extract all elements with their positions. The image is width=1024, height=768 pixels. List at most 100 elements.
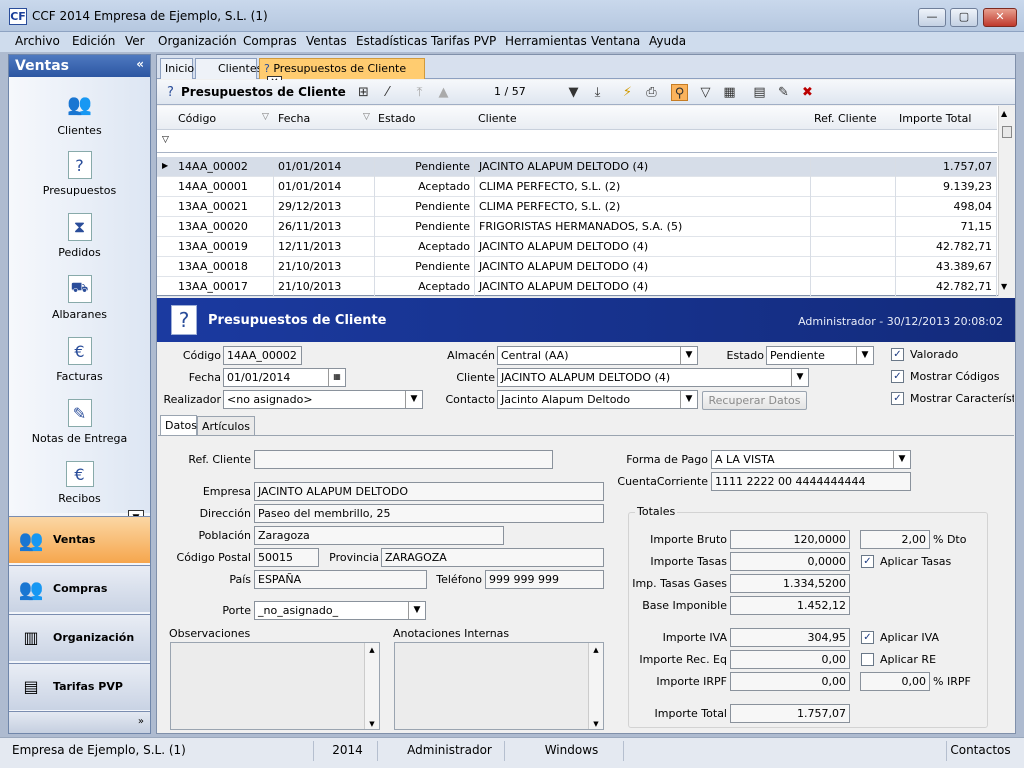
codigo-field[interactable]: 14AA_00002 [223, 346, 302, 365]
table-row[interactable]: 13AA_00021 29/12/2013 Pendiente CLIMA PERFE… [157, 197, 997, 217]
chevron-down-icon[interactable]: ▼ [405, 391, 422, 408]
tasas-field[interactable]: 0,0000 [730, 552, 850, 571]
module-ventas-button[interactable]: 👥 Ventas [9, 516, 150, 563]
dto-field[interactable]: 2,00 [860, 530, 930, 549]
status-contactos[interactable]: Contactos [946, 741, 1014, 761]
fecha-field[interactable]: 01/01/2014 ▦ [223, 368, 346, 387]
col-estado[interactable]: Estado [378, 112, 415, 125]
tab-datos[interactable]: Datos [160, 415, 197, 436]
menu-ver[interactable]: Ver [125, 34, 145, 48]
chevron-down-icon[interactable]: ▼ [856, 347, 873, 364]
col-codigo[interactable]: Código [178, 112, 216, 125]
calendar-icon[interactable]: ▦ [328, 369, 345, 386]
module-tarifas-button[interactable]: ▤ Tarifas PVP [9, 663, 150, 710]
cp-field[interactable]: 50015 [254, 548, 319, 567]
tab-clientes[interactable]: Clientes [195, 58, 262, 79]
col-fecha[interactable]: Fecha [278, 112, 310, 125]
estado-select[interactable]: Pendiente ▼ [766, 346, 874, 365]
aplicar-iva-checkbox[interactable]: ✓ [861, 631, 874, 644]
sidebar-item-notas[interactable]: ✎ Notas de Entrega [9, 399, 150, 445]
vertical-scrollbar[interactable]: ▲ ▼ [998, 106, 1015, 296]
grid-filter-row[interactable]: ▽ [157, 130, 997, 153]
col-ref-cliente[interactable]: Ref. Cliente [814, 112, 877, 125]
menu-archivo[interactable]: Archivo [15, 34, 60, 48]
next-record-icon[interactable]: ▼ [565, 84, 582, 101]
mostrar-caracteristicas-checkbox[interactable]: ✓ [891, 392, 904, 405]
menu-estadisticas[interactable]: Estadísticas [356, 34, 427, 48]
new-record-icon[interactable]: ▤ [751, 84, 768, 101]
tree-icon[interactable]: ⊞ [355, 84, 372, 101]
irpf-pct-field[interactable]: 0,00 [860, 672, 930, 691]
contacto-select[interactable]: Jacinto Alapum Deltodo ▼ [497, 390, 698, 409]
menu-ventas[interactable]: Ventas [306, 34, 347, 48]
total-field[interactable]: 1.757,07 [730, 704, 850, 723]
sidebar-item-recibos[interactable]: € Recibos [9, 461, 150, 505]
menu-herramientas[interactable]: Herramientas [505, 34, 587, 48]
tab-articulos[interactable]: Artículos 2 [197, 416, 255, 446]
forma-pago-select[interactable]: A LA VISTA ▼ [711, 450, 911, 469]
tab-inicio[interactable]: Inicio [160, 58, 194, 79]
sidebar-item-pedidos[interactable]: ⧗ Pedidos [9, 213, 150, 259]
irpf-field[interactable]: 0,00 [730, 672, 850, 691]
scrollbar[interactable]: ▲ ▼ [588, 643, 603, 729]
scroll-down-icon[interactable]: ▼ [1001, 282, 1007, 291]
filter-icon[interactable]: ▽ [262, 112, 269, 122]
scrollbar[interactable]: ▲ ▼ [364, 643, 379, 729]
menu-organizacion[interactable]: Organización [158, 34, 237, 48]
recuperar-datos-button[interactable]: Recuperar Datos [702, 391, 807, 410]
cuenta-field[interactable]: 1111 2222 00 4444444444 [711, 472, 911, 491]
filter-icon[interactable]: ▽ [697, 84, 714, 101]
binoculars-icon[interactable]: ⚲ [671, 84, 688, 101]
prev-record-icon[interactable]: ▲ [435, 84, 452, 101]
sidebar-item-presupuestos[interactable]: ? Presupuestos [9, 151, 150, 197]
sidebar-item-albaranes[interactable]: ⛟ Albaranes [9, 275, 150, 321]
anotaciones-textarea[interactable]: ▲ ▼ [394, 642, 604, 730]
realizador-select[interactable]: <no asignado> ▼ [223, 390, 423, 409]
menu-ventana[interactable]: Ventana [591, 34, 640, 48]
empresa-field[interactable]: JACINTO ALAPUM DELTODO [254, 482, 604, 501]
direccion-field[interactable]: Paseo del membrillo, 25 [254, 504, 604, 523]
ref-cliente-field[interactable] [254, 450, 553, 469]
wand-icon[interactable]: ⁄ [379, 84, 396, 101]
iva-field[interactable]: 304,95 [730, 628, 850, 647]
provincia-field[interactable]: ZARAGOZA [381, 548, 604, 567]
almacen-select[interactable]: Central (AA) ▼ [497, 346, 698, 365]
table-row[interactable]: 13AA_00017 21/10/2013 Aceptado JACINTO ALAP… [157, 277, 997, 297]
aplicar-tasas-checkbox[interactable]: ✓ [861, 555, 874, 568]
porte-select[interactable]: _no_asignado_ ▼ [254, 601, 426, 620]
close-button[interactable]: ✕ [983, 8, 1017, 27]
chevron-down-icon[interactable]: ▼ [408, 602, 425, 619]
chevron-down-icon[interactable]: ▼ [893, 451, 910, 468]
scroll-thumb[interactable] [1002, 126, 1012, 138]
table-row[interactable]: ▶ 14AA_00002 01/01/2014 Pendiente JACINTO AL… [157, 157, 997, 177]
pais-field[interactable]: ESPAÑA [254, 570, 427, 589]
base-field[interactable]: 1.452,12 [730, 596, 850, 615]
telefono-field[interactable]: 999 999 999 [485, 570, 604, 589]
mostrar-codigos-checkbox[interactable]: ✓ [891, 370, 904, 383]
edit-record-icon[interactable]: ✎ [775, 84, 792, 101]
maximize-button[interactable]: ▢ [950, 8, 978, 27]
bruto-field[interactable]: 120,0000 [730, 530, 850, 549]
sidebar-item-facturas[interactable]: € Facturas [9, 337, 150, 383]
poblacion-field[interactable]: Zaragoza [254, 526, 504, 545]
menu-ayuda[interactable]: Ayuda [649, 34, 686, 48]
print-icon[interactable]: ⎙ [643, 84, 660, 101]
table-row[interactable]: 13AA_00020 26/11/2013 Pendiente FRIGORISTAS… [157, 217, 997, 237]
sidebar-footer[interactable]: » [9, 711, 150, 733]
columns-filter-icon[interactable]: ▦ [721, 84, 738, 101]
chevron-down-icon[interactable]: ▼ [680, 347, 697, 364]
observaciones-textarea[interactable]: ▲ ▼ [170, 642, 380, 730]
table-row[interactable]: 13AA_00019 12/11/2013 Aceptado JACINTO ALAP… [157, 237, 997, 257]
menu-edicion[interactable]: Edición [72, 34, 115, 48]
scroll-up-icon[interactable]: ▲ [1001, 109, 1007, 118]
first-record-icon[interactable]: ⤒ [411, 84, 428, 101]
gases-field[interactable]: 1.334,5200 [730, 574, 850, 593]
menu-tarifas[interactable]: Tarifas PVP [431, 34, 496, 48]
collapse-icon[interactable]: « [136, 57, 144, 71]
valorado-checkbox[interactable]: ✓ [891, 348, 904, 361]
col-importe-total[interactable]: Importe Total [899, 112, 971, 125]
menu-compras[interactable]: Compras [243, 34, 297, 48]
last-record-icon[interactable]: ⤓ [589, 84, 606, 101]
filter-icon[interactable]: ▽ [363, 112, 370, 122]
table-row[interactable]: 13AA_00018 21/10/2013 Pendiente JACINTO ALA… [157, 257, 997, 277]
